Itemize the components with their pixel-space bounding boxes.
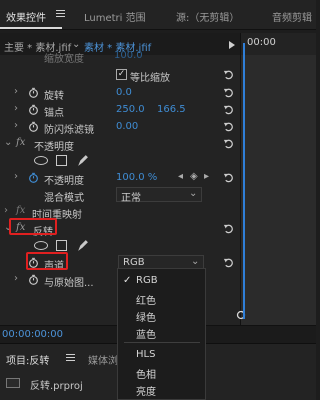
channel-dropdown-menu: ✓ RGB 红色 绿色 蓝色 HLS 色相 亮度 xyxy=(117,268,206,400)
blend-mode-select[interactable]: 正常 ⌄ xyxy=(116,187,202,204)
media-browser-tab-label[interactable]: 媒体浏 xyxy=(88,352,118,367)
menu-item-hue[interactable]: 色相 xyxy=(136,366,156,381)
tab-menu-icon[interactable] xyxy=(56,10,65,18)
active-tab-indicator xyxy=(0,27,62,29)
tab-source[interactable]: 源:（无剪辑） xyxy=(176,9,239,24)
expand-chevron-icon[interactable]: › xyxy=(14,171,18,182)
stopwatch-icon[interactable] xyxy=(28,121,39,132)
channel-select-value: RGB xyxy=(123,257,145,268)
rectangle-mask-icon[interactable] xyxy=(56,240,67,251)
reset-icon[interactable] xyxy=(223,172,234,183)
menu-item-rgb[interactable]: RGB xyxy=(136,275,158,286)
checkmark-icon: ✓ xyxy=(123,275,132,286)
scale-width-value[interactable]: 100.0 xyxy=(114,50,143,61)
expand-chevron-icon[interactable]: › xyxy=(4,205,8,216)
expand-chevron-icon[interactable]: › xyxy=(14,273,18,284)
uniform-scale-checkbox[interactable]: ✓ xyxy=(116,69,127,80)
opacity-label: 不透明度 xyxy=(44,176,84,187)
menu-separator xyxy=(124,342,200,343)
scale-width-label: 缩放宽度 xyxy=(44,54,84,65)
anchor-x-value[interactable]: 250.0 xyxy=(116,104,145,115)
stopwatch-active-icon[interactable] xyxy=(28,172,39,183)
opacity-value[interactable]: 100.0 % xyxy=(116,172,157,183)
anchor-row: › 锚点 250.0 166.5 xyxy=(0,101,240,119)
current-timecode[interactable]: 00:00:00:00 xyxy=(2,329,63,340)
previous-keyframe-icon[interactable]: ◂ xyxy=(178,171,183,182)
reset-icon[interactable] xyxy=(223,69,234,80)
uniform-scale-label: 等比缩放 xyxy=(130,73,170,84)
reset-icon[interactable] xyxy=(223,87,234,98)
menu-item-green[interactable]: 绿色 xyxy=(136,309,156,324)
blend-original-label: 与原始图... xyxy=(44,278,94,289)
next-keyframe-icon[interactable]: ▸ xyxy=(204,171,209,182)
reset-icon[interactable] xyxy=(223,223,234,234)
menu-item-red[interactable]: 红色 xyxy=(136,292,156,307)
fx-icon[interactable]: fx xyxy=(16,205,25,216)
effect-timeline-panel[interactable] xyxy=(236,55,316,325)
antiflicker-value[interactable]: 0.00 xyxy=(116,121,138,132)
reset-icon[interactable] xyxy=(223,121,234,132)
menu-item-hls[interactable]: HLS xyxy=(136,349,155,360)
opacity-group-label: 不透明度 xyxy=(34,142,74,153)
highlight-box-reverse-effect xyxy=(9,218,57,235)
tab-audio-clip[interactable]: 音频剪辑 xyxy=(272,9,312,24)
timeline-ruler[interactable]: 00:00 xyxy=(240,33,316,55)
opacity-group-row[interactable]: ⌄ fx 不透明度 xyxy=(0,135,240,153)
expand-chevron-icon[interactable]: › xyxy=(14,103,18,114)
scale-width-row: 缩放宽度 100.0 xyxy=(0,47,240,65)
blend-mode-value: 正常 xyxy=(121,193,141,204)
tab-effect-controls[interactable]: 效果控件 xyxy=(6,9,46,24)
mask-tools-row xyxy=(0,152,240,170)
ruler-time-label: 00:00 xyxy=(247,37,276,48)
add-keyframe-icon[interactable]: ◈ xyxy=(190,171,198,182)
stopwatch-icon[interactable] xyxy=(28,87,39,98)
project-file-icon xyxy=(6,378,20,388)
project-tab-label[interactable]: 项目:反转 xyxy=(6,352,49,367)
reset-icon[interactable] xyxy=(223,104,234,115)
chevron-down-icon: ⌄ xyxy=(191,256,200,267)
rotation-label: 旋转 xyxy=(44,91,64,102)
expand-chevron-icon[interactable]: › xyxy=(14,120,18,131)
anchor-y-value[interactable]: 166.5 xyxy=(157,104,186,115)
ellipse-mask-icon[interactable] xyxy=(34,241,48,250)
opacity-row: › 不透明度 100.0 % ◂ ◈ ▸ xyxy=(0,169,240,187)
pen-mask-icon[interactable] xyxy=(76,239,89,252)
antiflicker-row: › 防闪烁滤镜 0.00 xyxy=(0,118,240,136)
reset-icon[interactable] xyxy=(223,257,234,268)
uniform-scale-row: ✓ 等比缩放 xyxy=(0,66,240,84)
ellipse-mask-icon[interactable] xyxy=(34,156,48,165)
reset-icon[interactable] xyxy=(223,138,234,149)
blend-mode-row: 混合模式 正常 ⌄ xyxy=(0,186,240,204)
rectangle-mask-icon[interactable] xyxy=(56,155,67,166)
collapse-chevron-icon[interactable]: ⌄ xyxy=(4,137,12,148)
stopwatch-icon[interactable] xyxy=(28,104,39,115)
blend-mode-label: 混合模式 xyxy=(44,193,84,204)
menu-item-lightness[interactable]: 亮度 xyxy=(136,383,156,398)
rotation-value[interactable]: 0.0 xyxy=(116,87,132,98)
highlight-box-channel xyxy=(26,252,68,270)
panel-tab-bar: 效果控件 Lumetri 范围 源:（无剪辑） 音频剪辑 xyxy=(0,0,316,30)
tab-menu-icon[interactable] xyxy=(66,354,75,362)
rotation-row: › 旋转 0.0 xyxy=(0,84,240,102)
playhead-line[interactable] xyxy=(243,43,245,319)
pen-mask-icon[interactable] xyxy=(76,154,89,167)
menu-item-blue[interactable]: 蓝色 xyxy=(136,326,156,341)
antiflicker-label: 防闪烁滤镜 xyxy=(44,125,94,136)
fx-icon[interactable]: fx xyxy=(16,137,25,148)
expand-chevron-icon[interactable]: › xyxy=(14,86,18,97)
chevron-down-icon: ⌄ xyxy=(189,188,198,199)
anchor-label: 锚点 xyxy=(44,108,64,119)
tab-lumetri-scopes[interactable]: Lumetri 范围 xyxy=(84,9,146,24)
stopwatch-icon[interactable] xyxy=(28,274,39,285)
project-file-name[interactable]: 反转.prproj xyxy=(30,377,83,392)
